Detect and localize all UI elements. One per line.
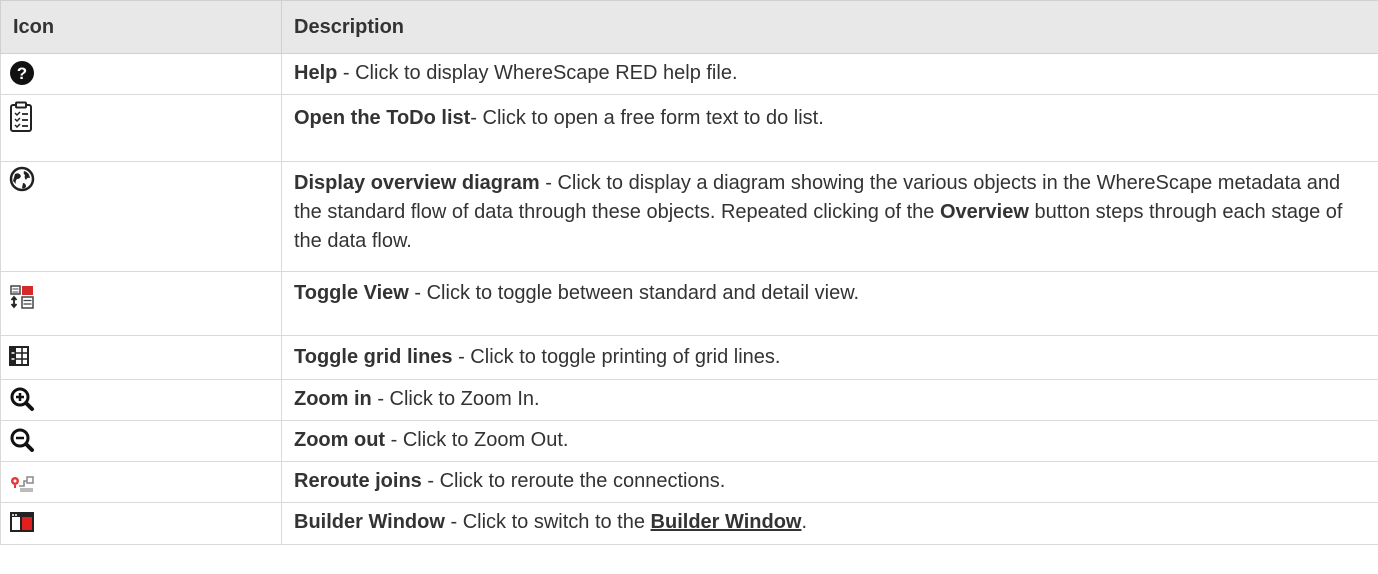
- row-text: - Click to Zoom In.: [371, 388, 540, 410]
- icon-cell: [0, 335, 282, 380]
- icon-cell: [0, 271, 282, 336]
- row-title: Toggle View: [294, 282, 409, 304]
- description-cell: Zoom out - Click to Zoom Out.: [281, 420, 1378, 462]
- table-row: Toggle View - Click to toggle between st…: [0, 271, 1378, 336]
- row-title: Display overview diagram: [294, 172, 540, 194]
- overview-label: Overview: [939, 201, 1029, 223]
- grid-lines-icon: [9, 346, 29, 366]
- table-header-row: Icon Description: [0, 0, 1378, 54]
- header-description: Description: [281, 0, 1378, 54]
- row-text: - Click to Zoom Out.: [385, 429, 569, 451]
- toggle-view-icon: [9, 284, 35, 310]
- description-cell: Zoom in - Click to Zoom In.: [281, 379, 1378, 421]
- reroute-joins-icon: [9, 468, 35, 494]
- description-cell: Builder Window - Click to switch to the …: [281, 502, 1378, 545]
- row-title: Open the ToDo list: [294, 107, 471, 129]
- globe-icon: [9, 166, 35, 192]
- row-title: Zoom out: [294, 429, 386, 451]
- row-title: Zoom in: [294, 388, 372, 410]
- table-row: Display overview diagram - Click to disp…: [0, 161, 1378, 272]
- svg-text:?: ?: [17, 64, 27, 83]
- icon-cell: [0, 420, 282, 462]
- row-text: - Click to display WhereScape RED help f…: [337, 62, 738, 84]
- table-row: Reroute joins - Click to reroute the con…: [0, 461, 1378, 503]
- table-row: Toggle grid lines - Click to toggle prin…: [0, 335, 1378, 380]
- row-title: Help: [294, 62, 338, 84]
- zoom-out-icon: [9, 427, 35, 453]
- icon-cell: [0, 94, 282, 162]
- description-cell: Open the ToDo list- Click to open a free…: [281, 94, 1378, 162]
- builder-window-link[interactable]: Builder Window: [651, 511, 802, 533]
- builder-window-icon: [9, 509, 35, 535]
- row-text: - Click to toggle between standard and d…: [408, 282, 860, 304]
- table-row: Builder Window - Click to switch to the …: [0, 502, 1378, 545]
- icon-cell: [0, 161, 282, 272]
- table-row: Zoom out - Click to Zoom Out.: [0, 420, 1378, 462]
- row-title: Toggle grid lines: [294, 346, 453, 368]
- icon-cell: ?: [0, 53, 282, 95]
- row-text: - Click to toggle printing of grid lines…: [452, 346, 781, 368]
- row-text: - Click to reroute the connections.: [421, 470, 726, 492]
- table-row: ? Help - Click to display WhereScape RED…: [0, 53, 1378, 95]
- help-icon: ?: [9, 60, 35, 86]
- zoom-in-icon: [9, 386, 35, 412]
- icon-cell: [0, 461, 282, 503]
- row-text: - Click to open a free form text to do l…: [470, 107, 824, 129]
- icon-description-table: Icon Description ? Help - Click to displ…: [0, 0, 1378, 545]
- todo-list-icon: [9, 101, 33, 133]
- description-cell: Toggle View - Click to toggle between st…: [281, 271, 1378, 336]
- row-title: Reroute joins: [294, 470, 422, 492]
- icon-cell: [0, 502, 282, 545]
- description-cell: Toggle grid lines - Click to toggle prin…: [281, 335, 1378, 380]
- row-title: Builder Window: [294, 511, 445, 533]
- header-icon: Icon: [0, 0, 282, 54]
- description-cell: Help - Click to display WhereScape RED h…: [281, 53, 1378, 95]
- description-cell: Reroute joins - Click to reroute the con…: [281, 461, 1378, 503]
- row-text-2: .: [801, 511, 808, 533]
- table-row: Open the ToDo list- Click to open a free…: [0, 94, 1378, 162]
- table-row: Zoom in - Click to Zoom In.: [0, 379, 1378, 421]
- icon-cell: [0, 379, 282, 421]
- row-text: - Click to switch to the: [444, 511, 651, 533]
- description-cell: Display overview diagram - Click to disp…: [281, 161, 1378, 272]
